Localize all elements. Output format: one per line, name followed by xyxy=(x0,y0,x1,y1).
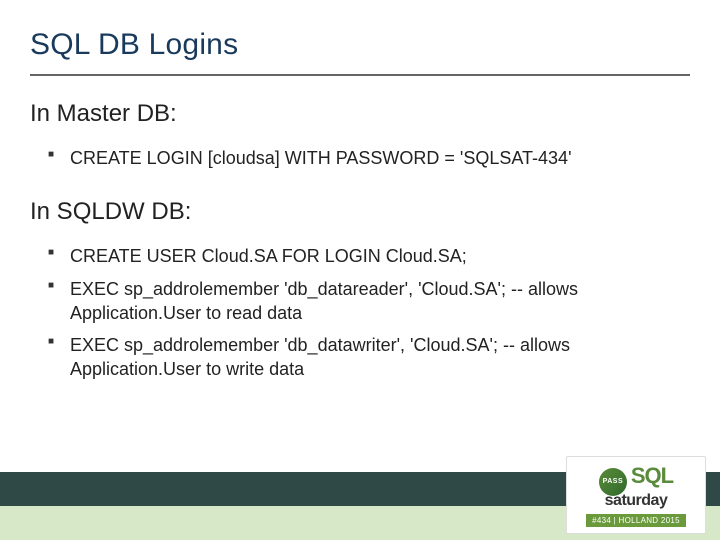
slide-title: SQL DB Logins xyxy=(0,0,720,70)
section-heading-master: In Master DB: xyxy=(0,76,720,132)
footer: PASS SQL saturday #434 | HOLLAND 2015 xyxy=(0,472,720,540)
list-item: CREATE USER Cloud.SA FOR LOGIN Cloud.SA; xyxy=(48,240,690,272)
section-heading-sqldw: In SQLDW DB: xyxy=(0,174,720,230)
list-item: CREATE LOGIN [cloudsa] WITH PASSWORD = '… xyxy=(48,142,690,174)
list-item: EXEC sp_addrolemember 'db_datareader', '… xyxy=(48,273,690,330)
logo-saturday-text: saturday xyxy=(605,492,668,510)
list-item: EXEC sp_addrolemember 'db_datawriter', '… xyxy=(48,329,690,386)
sql-saturday-logo: PASS SQL saturday #434 | HOLLAND 2015 xyxy=(566,456,706,534)
pass-badge-text: PASS xyxy=(603,478,624,485)
logo-sql-text: SQL xyxy=(631,463,673,489)
bullet-list-sqldw: CREATE USER Cloud.SA FOR LOGIN Cloud.SA;… xyxy=(0,230,720,385)
bullet-list-master: CREATE LOGIN [cloudsa] WITH PASSWORD = '… xyxy=(0,132,720,174)
slide: SQL DB Logins In Master DB: CREATE LOGIN… xyxy=(0,0,720,540)
logo-event-tag: #434 | HOLLAND 2015 xyxy=(586,514,686,527)
